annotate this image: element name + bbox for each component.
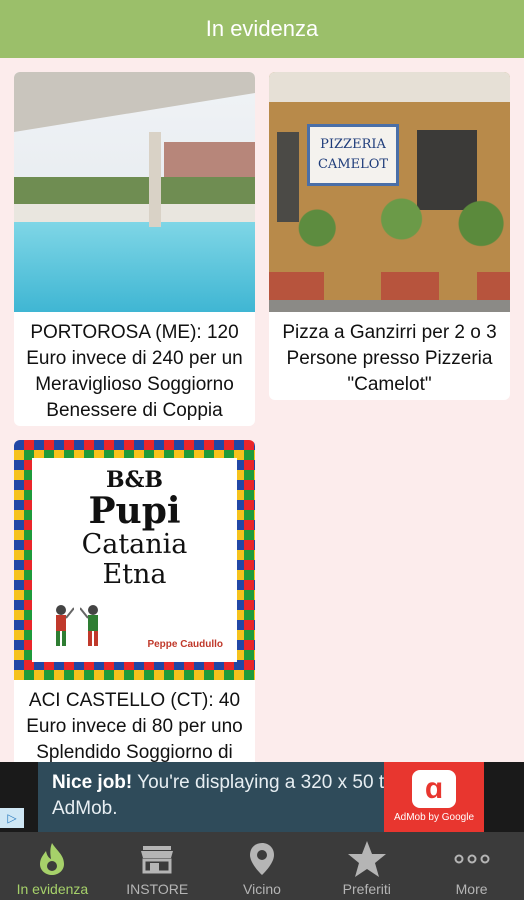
deal-image-pool: [14, 72, 255, 312]
deal-image-pizzeria: PIZZERIA CAMELOT: [269, 72, 510, 312]
nav-item-more[interactable]: More: [419, 832, 524, 900]
puppet-knight-icon: [80, 605, 98, 646]
ad-choices-icon[interactable]: ▷: [0, 808, 24, 828]
top-bar: In evidenza: [0, 0, 524, 58]
deal-title: Pizza a Ganzirri per 2 o 3 Persone press…: [282, 322, 497, 395]
logo-credit: Peppe Caudullo: [147, 639, 223, 650]
deal-card[interactable]: PORTOROSA (ME): 120 Euro invece di 240 p…: [14, 72, 255, 426]
nav-label: Vicino: [243, 881, 281, 897]
deal-title: PORTOROSA (ME): 120 Euro invece di 240 p…: [26, 322, 243, 421]
deal-title: ACI CASTELLO (CT): 40 Euro invece di 80 …: [26, 690, 243, 762]
nav-item-in-evidenza[interactable]: In evidenza: [0, 832, 105, 900]
deal-card[interactable]: B&B Pupi Catania Etna Peppe Caudullo ACI…: [14, 440, 255, 762]
location-pin-icon: [249, 843, 274, 875]
admob-logo[interactable]: ɑ AdMob by Google: [384, 762, 484, 832]
nav-label: More: [455, 881, 488, 897]
star-icon: [347, 841, 386, 877]
logo-line: Etna: [102, 559, 167, 590]
more-dots-icon: [454, 854, 490, 864]
deals-feed[interactable]: PORTOROSA (ME): 120 Euro invece di 240 p…: [0, 58, 524, 762]
flame-icon: [40, 843, 65, 875]
nav-item-vicino[interactable]: Vicino: [210, 832, 315, 900]
admob-icon: ɑ: [412, 770, 456, 808]
logo-line: Pupi: [88, 490, 181, 532]
nav-item-preferiti[interactable]: Preferiti: [314, 832, 419, 900]
store-icon: [141, 846, 174, 874]
logo-line: Catania: [81, 529, 188, 560]
puppet-knight-icon: [56, 605, 74, 646]
bottom-nav: In evidenza INSTORE Vicino Preferiti Mor…: [0, 832, 524, 900]
page-title: In evidenza: [205, 16, 319, 41]
pizzeria-sign: PIZZERIA CAMELOT: [307, 124, 399, 186]
admob-banner[interactable]: ▷ Nice job! You're displaying a 320 x 50…: [0, 762, 524, 832]
nav-label: INSTORE: [126, 881, 189, 897]
nav-label: Preferiti: [342, 881, 391, 897]
deal-card[interactable]: PIZZERIA CAMELOT Pizza a Ganzirri per 2 …: [269, 72, 510, 400]
logo-line: B&B: [105, 467, 164, 493]
nav-item-instore[interactable]: INSTORE: [105, 832, 210, 900]
deal-image-bb-logo: B&B Pupi Catania Etna Peppe Caudullo: [14, 440, 255, 680]
nav-label: In evidenza: [16, 881, 89, 897]
